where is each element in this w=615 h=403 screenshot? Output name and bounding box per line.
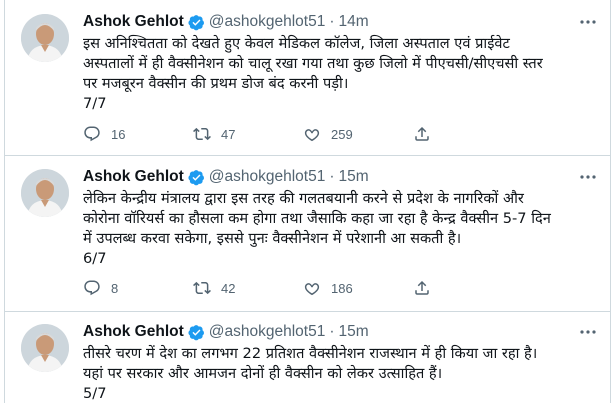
- avatar-image: [21, 169, 69, 217]
- retweet-icon: [193, 281, 211, 295]
- tweet-content: Ashok Gehlot @ashokgehlot51 · 15m लेकिन …: [83, 167, 600, 269]
- share-button[interactable]: [413, 124, 523, 144]
- separator-dot: ·: [329, 168, 335, 185]
- reply-button[interactable]: 16: [83, 124, 193, 144]
- share-button[interactable]: [413, 278, 523, 298]
- tweet-text-line: यहां पर सरकार और आमजन दोनों ही वैक्सीन क…: [83, 365, 443, 382]
- separator-dot: ·: [329, 13, 335, 30]
- retweet-count: 42: [221, 280, 236, 296]
- reply-button[interactable]: 8: [83, 278, 193, 298]
- like-icon: [304, 129, 320, 142]
- tweet[interactable]: Ashok Gehlot @ashokgehlot51 · 15m तीसरे …: [5, 313, 610, 403]
- tweet-timestamp[interactable]: 15m: [339, 323, 369, 341]
- tweet-text-line: में उपलब्ध करवा सकेगा, इससे पुनः वैक्सीन…: [83, 230, 462, 247]
- tweet-actions: 8 42 186: [83, 278, 523, 298]
- avatar[interactable]: [21, 14, 69, 62]
- tweet-text-line: तीसरे चरण में देश का लगभग 22 प्रतिशत वैक…: [83, 345, 538, 362]
- tweet-header: Ashok Gehlot @ashokgehlot51 · 14m: [83, 12, 600, 32]
- share-icon: [415, 126, 429, 141]
- tweet-content: Ashok Gehlot @ashokgehlot51 · 14m इस अनि…: [83, 12, 600, 114]
- tweet-text-line: लेकिन केन्द्रीय मंत्रालय द्वारा इस तरह क…: [83, 190, 524, 207]
- more-icon[interactable]: [576, 167, 600, 187]
- author-handle[interactable]: @ashokgehlot51: [209, 168, 326, 186]
- tweet-text: लेकिन केन्द्रीय मंत्रालय द्वारा इस तरह क…: [83, 189, 600, 269]
- reply-icon: [84, 280, 100, 296]
- verified-badge-icon: [188, 14, 205, 31]
- verified-badge-icon: [188, 169, 205, 186]
- tweet-text: इस अनिश्चितता को देखते हुए केवल मेडिकल क…: [83, 34, 600, 114]
- author-name[interactable]: Ashok Gehlot: [83, 13, 184, 31]
- tweet-text-line: कोरोना वॉरियर्स का हौसला कम होगा तथा जैस…: [83, 210, 551, 227]
- more-icon[interactable]: [576, 12, 600, 32]
- separator-dot: ·: [329, 323, 335, 340]
- tweet-header: Ashok Gehlot @ashokgehlot51 · 15m: [83, 322, 600, 342]
- author-handle[interactable]: @ashokgehlot51: [209, 13, 326, 31]
- reply-count: 16: [111, 126, 126, 142]
- retweet-count: 47: [221, 126, 236, 142]
- avatar-image: [21, 14, 69, 62]
- tweet-timestamp[interactable]: 15m: [339, 168, 369, 186]
- like-button[interactable]: 259: [303, 124, 413, 144]
- avatar[interactable]: [21, 169, 69, 217]
- author-name[interactable]: Ashok Gehlot: [83, 323, 184, 341]
- like-count: 259: [331, 126, 353, 142]
- tweet-text-line: अस्पतालों में ही वैक्सीनेशन को चालू रखा …: [83, 55, 543, 72]
- retweet-button[interactable]: 47: [193, 124, 303, 144]
- tweet-text-line: पर मजबूरन वैक्सीन की प्रथम डोज बंद करनी …: [83, 75, 349, 92]
- avatar[interactable]: [21, 324, 69, 372]
- tweet-text-line: इस अनिश्चितता को देखते हुए केवल मेडिकल क…: [83, 35, 510, 52]
- tweet[interactable]: Ashok Gehlot @ashokgehlot51 · 15m लेकिन …: [5, 157, 610, 312]
- tweet-header: Ashok Gehlot @ashokgehlot51 · 15m: [83, 167, 600, 187]
- like-button[interactable]: 186: [303, 278, 413, 298]
- thread-counter: 7/7: [83, 95, 107, 112]
- share-icon: [415, 280, 429, 295]
- reply-icon: [84, 126, 100, 142]
- tweet-text: तीसरे चरण में देश का लगभग 22 प्रतिशत वैक…: [83, 344, 600, 403]
- tweet[interactable]: Ashok Gehlot @ashokgehlot51 · 14m इस अनि…: [5, 0, 610, 156]
- more-icon[interactable]: [576, 322, 600, 342]
- tweet-feed: Ashok Gehlot @ashokgehlot51 · 14m इस अनि…: [4, 0, 611, 403]
- tweet-actions: 16 47 259: [83, 124, 523, 144]
- author-handle[interactable]: @ashokgehlot51: [209, 323, 326, 341]
- tweet-timestamp[interactable]: 14m: [339, 13, 369, 31]
- thread-counter: 5/7: [83, 385, 107, 402]
- thread-counter: 6/7: [83, 250, 107, 267]
- verified-badge-icon: [188, 324, 205, 341]
- tweet-content: Ashok Gehlot @ashokgehlot51 · 15m तीसरे …: [83, 322, 600, 403]
- like-count: 186: [331, 280, 353, 296]
- like-icon: [304, 283, 320, 296]
- retweet-icon: [193, 127, 211, 141]
- avatar-image: [21, 324, 69, 372]
- author-name[interactable]: Ashok Gehlot: [83, 168, 184, 186]
- reply-count: 8: [111, 280, 119, 296]
- retweet-button[interactable]: 42: [193, 278, 303, 298]
